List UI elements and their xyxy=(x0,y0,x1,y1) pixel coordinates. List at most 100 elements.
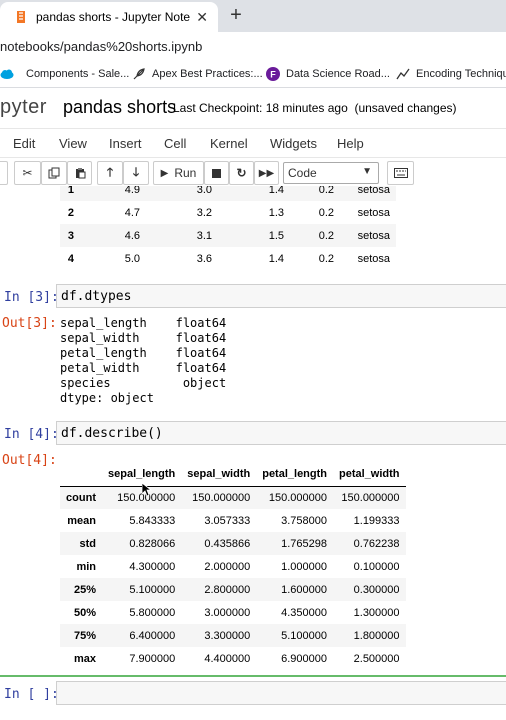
new-tab-icon[interactable]: + xyxy=(226,4,246,27)
cell-3-out-prompt: Out[3]: xyxy=(2,316,57,331)
table-cell: 3.758000 xyxy=(281,514,328,527)
add-cell-button[interactable] xyxy=(0,161,8,185)
cell-type-select[interactable]: Code ▼ xyxy=(283,162,379,184)
cell-4-in-prompt: In [4]: xyxy=(4,427,59,442)
table-cell: 3.057333 xyxy=(204,514,251,527)
selected-cell-border xyxy=(0,675,506,677)
copy-icon xyxy=(48,167,60,179)
table-cell: 0.2 xyxy=(290,224,340,247)
describe-table-head: sepal_length sepal_width petal_length petal… xyxy=(60,463,406,487)
table-cell: 3.300000 xyxy=(181,624,257,647)
table-cell: 150.000000 xyxy=(333,486,406,509)
table-cell: 3.1 xyxy=(146,224,218,247)
bookmarks-bar: Components - Sale... Apex Best Practices… xyxy=(0,62,506,88)
table-cell: 4.7 xyxy=(124,206,140,219)
bookmark-encoding[interactable]: Encoding Technique xyxy=(396,67,506,81)
move-up-button[interactable]: 🡑 xyxy=(97,161,123,185)
cell-4-input[interactable]: df.describe() xyxy=(56,421,506,445)
checkpoint-text: Last Checkpoint: 18 minutes ago xyxy=(173,101,348,115)
menu-widgets[interactable]: Widgets xyxy=(270,136,317,151)
bookmark-apex[interactable]: Apex Best Practices:... xyxy=(132,67,263,81)
cut-button[interactable]: ✂ xyxy=(14,161,41,185)
table-cell: 5.100000 xyxy=(102,578,182,601)
table-row: 3 4.6 3.1 1.5 0.2 setosa xyxy=(60,224,396,247)
move-down-button[interactable]: 🡓 xyxy=(123,161,149,185)
table-cell: 7.900000 xyxy=(129,652,176,665)
close-tab-icon[interactable]: ✕ xyxy=(196,9,208,26)
browser-tab[interactable]: pandas shorts - Jupyter Notebook ✕ xyxy=(0,2,218,32)
menu-kernel[interactable]: Kernel xyxy=(210,136,248,151)
head-table: 1 4.9 3.0 1.4 0.2 setosa 2 4.7 3.2 1.3 0.2 setosa 3 4… xyxy=(60,186,396,270)
table-cell: 2.500000 xyxy=(353,652,400,665)
stat-label: max xyxy=(73,652,96,665)
menu-help[interactable]: Help xyxy=(337,136,364,151)
run-button[interactable]: ▶ Run xyxy=(153,161,204,185)
copy-button[interactable] xyxy=(41,161,67,185)
menu-bar: Edit View Insert Cell Kernel Widgets Hel… xyxy=(0,128,506,158)
cell-3-code: df.dtypes xyxy=(61,289,132,304)
fast-forward-icon: ▶▶ xyxy=(258,167,275,179)
table-cell: 0.762238 xyxy=(333,532,406,555)
chevron-down-icon: ▼ xyxy=(362,166,372,177)
command-palette-button[interactable] xyxy=(387,161,414,185)
address-bar[interactable]: notebooks/pandas%20shorts.ipynb xyxy=(0,32,506,62)
address-url[interactable]: notebooks/pandas%20shorts.ipynb xyxy=(0,39,202,54)
bookmark-components[interactable]: Components - Sale... xyxy=(0,67,129,81)
bookmark-label: Data Science Road... xyxy=(286,68,390,80)
bookmark-data-science[interactable]: F Data Science Road... xyxy=(266,67,390,81)
table-cell: 2.800000 xyxy=(181,578,257,601)
table-cell: 3.0 xyxy=(146,186,218,201)
column-header: sepal_width xyxy=(181,463,257,487)
menu-edit[interactable]: Edit xyxy=(13,136,35,151)
feather-icon xyxy=(133,68,145,80)
stat-label: mean xyxy=(67,514,96,527)
play-icon: ▶ xyxy=(160,167,169,179)
table-cell: 4.9 xyxy=(80,186,146,201)
notebook-toolbar: ✂ 🡑 🡓 ▶ Run ↻ ▶▶ Code ▼ xyxy=(0,160,506,186)
jupyter-logo[interactable]: pyter xyxy=(0,96,47,119)
table-row: 50% 5.800000 3.000000 4.350000 1.300000 xyxy=(60,601,406,624)
cell-5-in-prompt: In [ ]: xyxy=(4,687,59,702)
table-cell: 5.100000 xyxy=(256,624,334,647)
cell-3-input[interactable]: df.dtypes xyxy=(56,284,506,308)
interrupt-button[interactable] xyxy=(204,161,229,185)
paste-button[interactable] xyxy=(67,161,92,185)
table-cell: 1.4 xyxy=(218,186,290,201)
notebook-title[interactable]: pandas shorts xyxy=(63,97,176,118)
table-cell: 1.4 xyxy=(268,252,284,265)
menu-cell[interactable]: Cell xyxy=(164,136,186,151)
menu-view[interactable]: View xyxy=(59,136,87,151)
table-cell: 1.000000 xyxy=(281,560,328,573)
table-cell: 150.000000 xyxy=(181,486,257,509)
row-index: 2 xyxy=(67,206,74,219)
svg-text:F: F xyxy=(270,70,276,80)
stat-label: std xyxy=(60,532,102,555)
table-cell: 3.2 xyxy=(196,206,212,219)
cell-5-input[interactable] xyxy=(56,681,506,705)
table-cell: 5.800000 xyxy=(129,606,176,619)
menu-insert[interactable]: Insert xyxy=(109,136,142,151)
table-cell: 1.199333 xyxy=(353,514,400,527)
table-cell: 5.0 xyxy=(124,252,140,265)
table-cell: 1.3 xyxy=(268,206,284,219)
table-row: 2 4.7 3.2 1.3 0.2 setosa xyxy=(60,201,396,224)
restart-button[interactable]: ↻ xyxy=(229,161,254,185)
cell-4-out-prompt: Out[4]: xyxy=(2,453,57,468)
keyboard-icon xyxy=(393,168,408,178)
cell-3-in-prompt: In [3]: xyxy=(4,290,59,305)
table-row: max 7.900000 4.400000 6.900000 2.500000 xyxy=(60,647,406,670)
describe-table-body: count 150.000000 150.000000 150.000000 150.0… xyxy=(60,486,406,670)
stat-label: min xyxy=(76,560,96,573)
column-header: petal_width xyxy=(333,463,406,487)
head-table-body: 1 4.9 3.0 1.4 0.2 setosa 2 4.7 3.2 1.3 0.2 setosa 3 4… xyxy=(60,186,396,270)
circle-f-icon: F xyxy=(266,67,280,81)
scissors-icon: ✂ xyxy=(22,166,33,180)
restart-run-all-button[interactable]: ▶▶ xyxy=(254,161,279,185)
jupyter-header: pyter pandas shorts Last Checkpoint: 18 … xyxy=(0,89,506,127)
cell-3-output: sepal_length float64 sepal_width float64… xyxy=(60,316,227,405)
table-cell: 5.843333 xyxy=(129,514,176,527)
mouse-pointer-icon xyxy=(142,483,152,497)
unsaved-indicator: (unsaved changes) xyxy=(354,101,457,115)
describe-corner xyxy=(60,463,102,487)
jupyter-notebook-icon xyxy=(17,11,25,23)
